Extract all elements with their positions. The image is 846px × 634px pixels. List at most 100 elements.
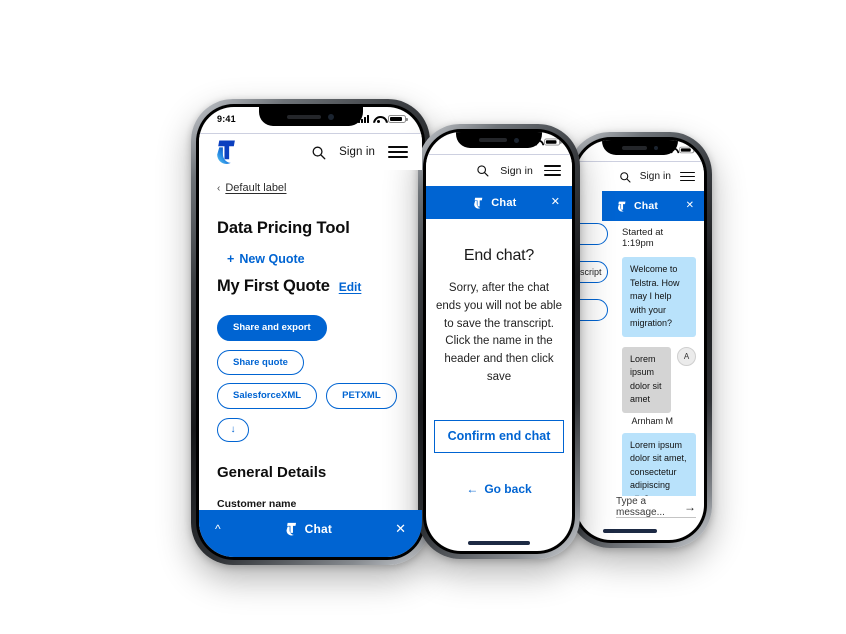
chat-bar-title: Chat [221,522,395,536]
go-back-link[interactable]: ← Go back [434,482,564,496]
chat-bar[interactable]: ^ Chat ✕ [199,510,422,557]
phone2-site-header: Sign in [426,154,572,186]
phone1-site-header: Sign in [199,133,422,170]
phone-mockup-end-chat-dialog: Sign in Chat ✕ End chat? Sorry, after th… [418,124,580,559]
phone3-notch [602,140,678,155]
phone2-header-actions: Sign in [476,164,561,177]
earpiece-speaker [622,145,647,150]
chat-label: Chat [491,196,517,209]
chat-transcript[interactable]: Started at 1:19pm Welcome to Telstra. Ho… [622,221,696,496]
battery-icon [388,115,408,123]
wifi-icon [373,115,384,123]
new-quote-label: New Quote [239,252,305,266]
home-indicator [468,541,530,545]
sign-in-link[interactable]: Sign in [339,146,375,158]
quote-name: My First Quote [217,277,330,295]
breadcrumb[interactable]: ‹ Default label [217,182,404,194]
chat-message-incoming: Welcome to Telstra. How may I help with … [622,257,696,337]
hamburger-menu-icon[interactable] [544,165,561,176]
edit-quote-link[interactable]: Edit [339,280,362,294]
search-icon[interactable] [619,171,631,183]
send-arrow-icon[interactable]: → [684,500,696,514]
chat-message-outgoing: Lorem ipsum dolor sit amet A Arnham M [622,346,696,426]
salesforce-xml-button[interactable]: SalesforceXML [217,383,318,409]
download-icon[interactable]: ↓ [217,417,249,442]
confirm-end-chat-button[interactable]: Confirm end chat [434,419,564,453]
outgoing-row: Lorem ipsum dolor sit amet A [622,346,696,413]
battery-icon [544,138,562,146]
earpiece-speaker [479,138,507,142]
chat-composer[interactable]: Type a message... → [616,496,696,518]
phone-mockup-chat-transcript: Sign in script Chat ✕ Started at 1:19pm … [568,132,712,548]
breadcrumb-label[interactable]: Default label [225,182,286,194]
phone3-chat-header: Chat ✕ [602,191,704,221]
avatar: A [677,346,696,366]
close-icon[interactable]: ✕ [686,201,694,211]
earpiece-speaker [287,114,321,119]
share-and-export-button[interactable]: Share and export [217,315,327,341]
pet-xml-button[interactable]: PETXML [326,383,397,409]
chat-header-title: Chat [612,200,686,212]
telstra-logo-white [286,522,296,535]
share-quote-button[interactable]: Share quote [217,349,304,375]
phone2-bezel: Sign in Chat ✕ End chat? Sorry, after th… [423,129,575,554]
dialog-title: End chat? [463,247,535,264]
background-pill-1 [576,223,608,245]
battery-icon [679,146,696,154]
front-camera [653,145,658,150]
search-icon[interactable] [476,164,489,177]
phone3-bezel: Sign in script Chat ✕ Started at 1:19pm … [573,137,707,543]
phone1-notch [258,107,363,126]
message-input-placeholder[interactable]: Type a message... [616,496,678,518]
phone1-header-actions: Sign in [311,145,408,160]
front-camera [327,113,334,120]
telstra-logo-white [474,197,483,209]
phone3-header-actions: Sign in [619,171,695,183]
phone2-notch [456,132,542,148]
status-indicators [358,115,408,123]
chat-label: Chat [634,200,659,212]
composer-underline [616,517,696,518]
phone1-screen: 9:41 Sign in ‹ Default label Data Pricin… [199,107,422,557]
plus-icon: + [227,252,235,266]
front-camera [513,137,519,143]
phone2-screen: Sign in Chat ✕ End chat? Sorry, after th… [426,132,572,551]
sign-in-link[interactable]: Sign in [640,171,671,182]
chat-header-title: Chat [438,197,551,209]
search-icon[interactable] [311,145,326,160]
telstra-logo-white [617,201,626,212]
customer-name-field: Customer name ABC Tech [217,498,404,511]
outgoing-bubble: Lorem ipsum dolor sit amet [622,346,671,413]
phone-mockup-quote-page: 9:41 Sign in ‹ Default label Data Pricin… [191,99,430,565]
phone3-screen: Sign in script Chat ✕ Started at 1:19pm … [576,140,704,540]
hamburger-menu-icon[interactable] [388,146,408,158]
action-pill-row-secondary: SalesforceXML PETXML ↓ [217,383,404,442]
background-fragment-label: script [580,267,602,277]
underlying-page-fragments: script [576,191,622,540]
breadcrumb-chevron-icon: ‹ [217,182,221,194]
sign-in-link[interactable]: Sign in [500,165,533,177]
chat-label: Chat [304,521,333,536]
phone1-bezel: 9:41 Sign in ‹ Default label Data Pricin… [196,104,425,560]
chat-message-incoming: Lorem ipsum dolor sit amet, consectetur … [622,432,696,496]
new-quote-button[interactable]: + New Quote [227,252,404,266]
phone1-page-body: ‹ Default label Data Pricing Tool + New … [199,170,422,510]
end-chat-dialog: End chat? Sorry, after the chat ends you… [426,247,572,496]
hamburger-menu-icon[interactable] [680,171,695,182]
general-details-heading: General Details [217,463,327,481]
telstra-logo[interactable] [213,139,238,165]
background-pill-3 [576,299,608,321]
chat-started-time: Started at 1:19pm [622,227,664,249]
action-pill-row-primary: Share and export Share quote [217,315,404,375]
customer-name-label: Customer name [217,497,297,510]
close-icon[interactable]: ✕ [395,522,406,535]
close-icon[interactable]: ✕ [551,197,560,208]
home-indicator [602,529,657,533]
page-title: Data Pricing Tool [217,219,350,237]
go-back-label: Go back [484,481,532,496]
back-arrow-icon: ← [466,481,479,496]
phone3-site-header: Sign in [576,161,704,191]
phone2-chat-header: Chat ✕ [426,186,572,219]
status-time: 9:41 [217,114,236,124]
quote-title-row: My First Quote Edit [217,277,404,296]
